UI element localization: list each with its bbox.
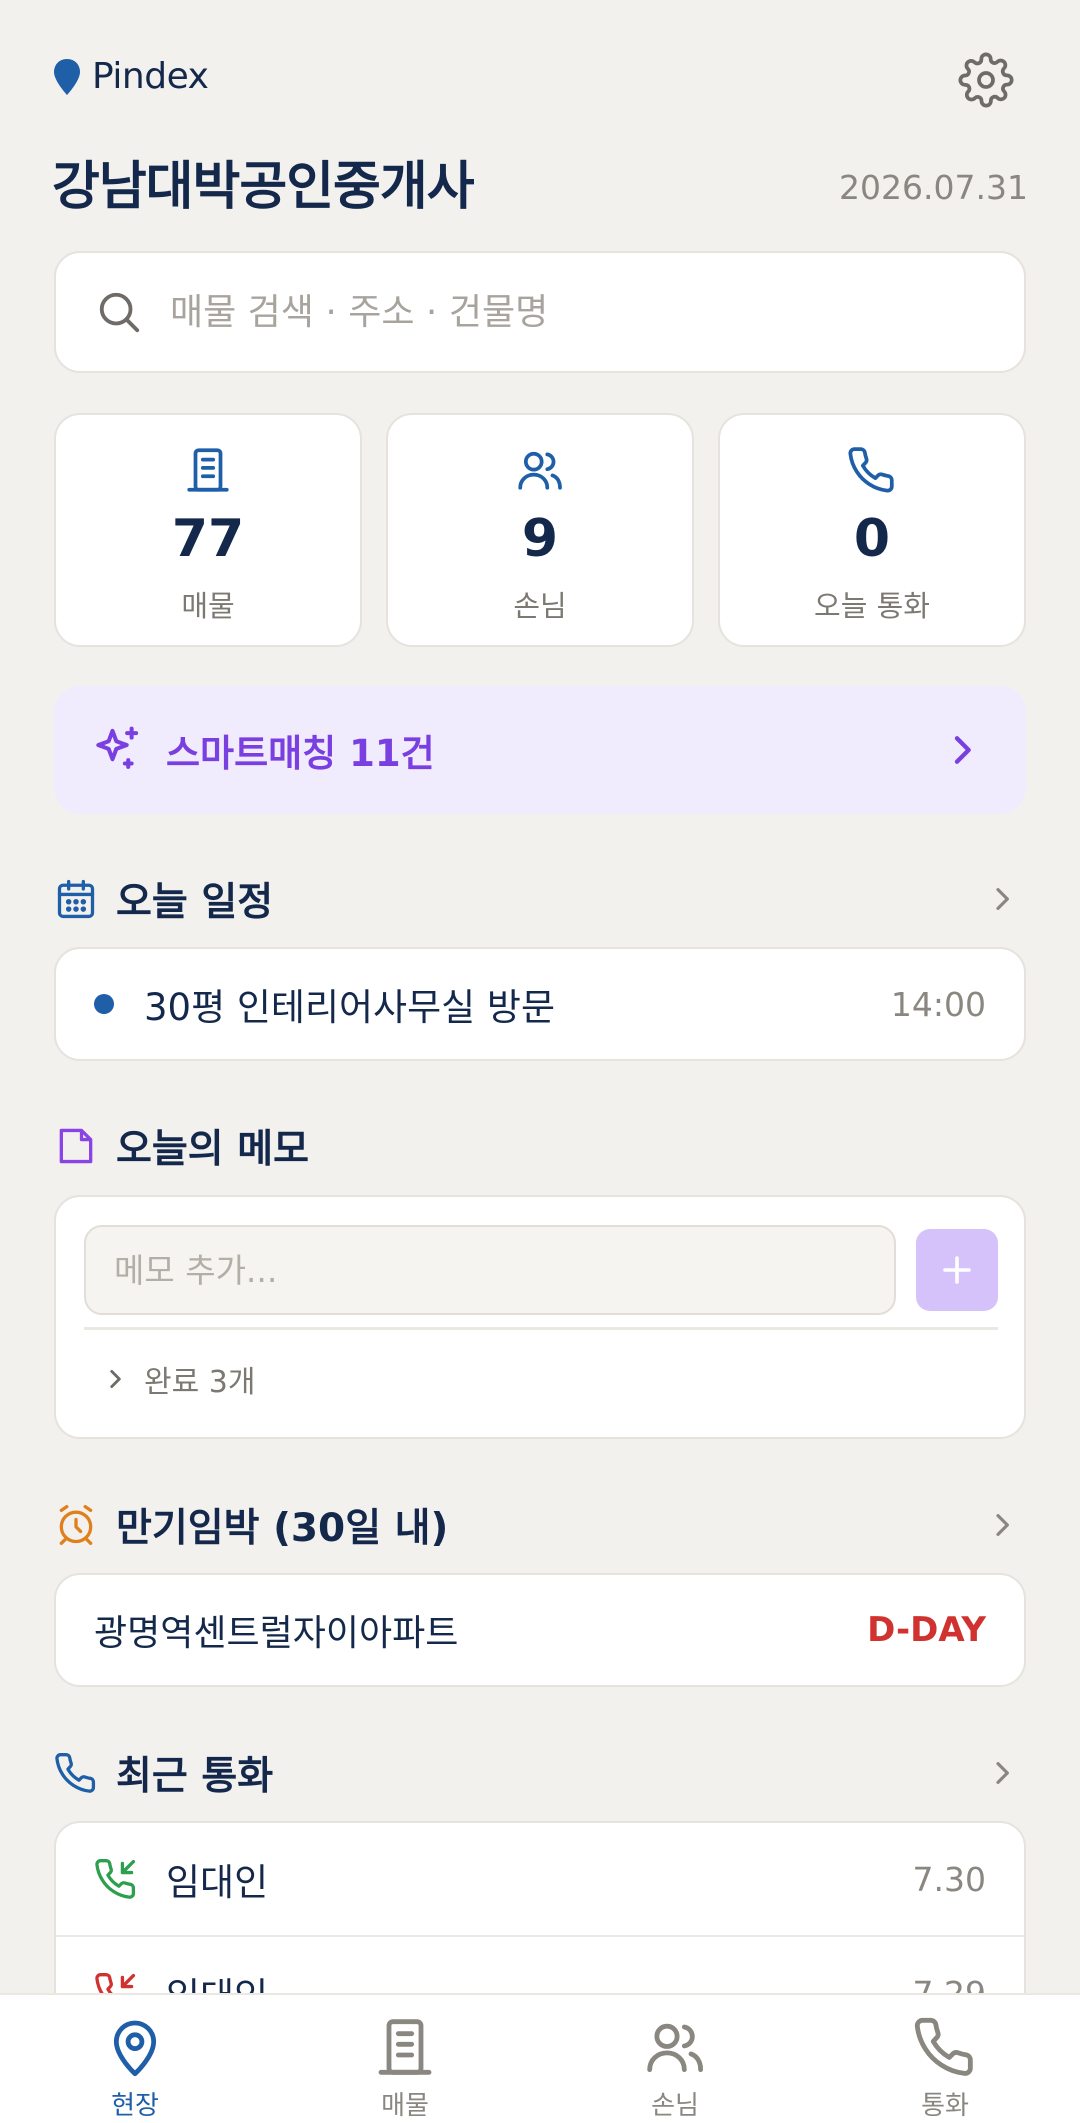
search-bar[interactable]: [54, 251, 1026, 373]
stat-label: 손님: [513, 589, 567, 623]
stat-value: 0: [853, 509, 891, 569]
sparkles-icon: [96, 726, 139, 769]
dday-badge: D-DAY: [867, 1610, 986, 1650]
schedule-section-header[interactable]: 오늘 일정: [54, 871, 1026, 927]
memo-section-header: 오늘의 메모: [54, 1118, 1026, 1174]
call-item[interactable]: 임대인 7.30: [56, 1823, 1024, 1935]
divider: [84, 1327, 998, 1330]
current-date: 2026.07.31: [839, 168, 1028, 207]
chevron-right-icon: [954, 736, 971, 764]
section-title: 최근 통화: [116, 1754, 274, 1799]
stat-value: 77: [171, 509, 245, 569]
users-icon: [647, 2023, 703, 2073]
smart-match-banner[interactable]: 스마트매칭 11건: [54, 686, 1026, 814]
stat-card-calls[interactable]: 0 오늘 통화: [718, 413, 1026, 647]
stat-card-clients[interactable]: 9 손님: [386, 413, 694, 647]
users-icon: [518, 451, 562, 490]
logo-text: Pindex: [92, 56, 209, 97]
app-logo: Pindex: [52, 56, 209, 97]
add-memo-button[interactable]: [916, 1229, 998, 1311]
chevron-right-icon: [110, 1370, 121, 1388]
nav-tab-calls[interactable]: 통화: [810, 1995, 1080, 2123]
building-icon: [187, 448, 229, 492]
calendar-icon: [57, 879, 95, 919]
expiring-section-header[interactable]: 만기임박 (30일 내): [54, 1497, 1026, 1553]
nav-label: 매물: [381, 2091, 429, 2121]
stat-label: 오늘 통화: [814, 589, 930, 623]
gear-icon[interactable]: [958, 52, 1014, 108]
plus-icon: [943, 1256, 971, 1284]
section-title: 만기임박 (30일 내): [116, 1506, 449, 1551]
nav-tab-clients[interactable]: 손님: [540, 1995, 810, 2123]
schedule-dot: [94, 994, 114, 1014]
stat-card-listings[interactable]: 77 매물: [54, 413, 362, 647]
nav-tab-listings[interactable]: 매물: [270, 1995, 540, 2123]
caller-name: 임대인: [166, 1861, 269, 1904]
schedule-title: 30평 인테리어사무실 방문: [144, 986, 556, 1029]
building-icon: [378, 2019, 432, 2075]
schedule-item[interactable]: 30평 인테리어사무실 방문 14:00: [56, 949, 1024, 1059]
phone-icon: [848, 447, 894, 493]
memo-card: 완료 3개: [54, 1195, 1026, 1439]
home-screen: Pindex 강남대박공인중개사 2026.07.31 77 매물 9 손님: [0, 0, 1080, 2123]
stat-label: 매물: [181, 589, 235, 623]
recent-calls-section-header[interactable]: 최근 통화: [54, 1745, 1026, 1801]
incoming-call-icon: [95, 1859, 136, 1899]
section-title: 오늘의 메모: [116, 1127, 309, 1172]
pin-logo-icon: [54, 58, 80, 95]
completed-memos-label: 완료 3개: [144, 1365, 256, 1400]
chevron-right-icon: [996, 1762, 1009, 1784]
expiring-property-name: 광명역센트럴자이아파트: [94, 1613, 459, 1654]
alarm-clock-icon: [59, 1505, 93, 1545]
search-icon: [99, 292, 140, 333]
call-date: 7.30: [912, 1859, 986, 1899]
phone-icon: [914, 2017, 973, 2076]
nav-tab-field[interactable]: 현장: [0, 1995, 270, 2123]
schedule-card[interactable]: 30평 인테리어사무실 방문 14:00: [54, 947, 1026, 1061]
bottom-nav: 현장 매물 손님 통화: [0, 1993, 1080, 2123]
phone-icon: [55, 1753, 96, 1793]
stats-row: 77 매물 9 손님 0 오늘 통화: [54, 413, 1026, 647]
smart-match-label: 스마트매칭 11건: [166, 732, 435, 775]
expiring-card[interactable]: 광명역센트럴자이아파트 D-DAY: [54, 1573, 1026, 1687]
nav-label: 현장: [111, 2091, 159, 2121]
nav-label: 손님: [651, 2091, 699, 2121]
map-pin-icon: [113, 2020, 157, 2077]
memo-input[interactable]: [84, 1225, 896, 1315]
expiring-item[interactable]: 광명역센트럴자이아파트 D-DAY: [56, 1575, 1024, 1685]
search-input[interactable]: [170, 291, 970, 333]
note-icon: [59, 1128, 93, 1164]
chevron-right-icon: [996, 1514, 1009, 1536]
agency-name: 강남대박공인중개사: [52, 157, 475, 217]
schedule-time: 14:00: [890, 984, 986, 1024]
stat-value: 9: [521, 509, 559, 569]
chevron-right-icon: [996, 888, 1009, 910]
section-title: 오늘 일정: [116, 880, 274, 925]
nav-label: 통화: [921, 2091, 969, 2121]
completed-memos-toggle[interactable]: 완료 3개: [102, 1357, 255, 1401]
